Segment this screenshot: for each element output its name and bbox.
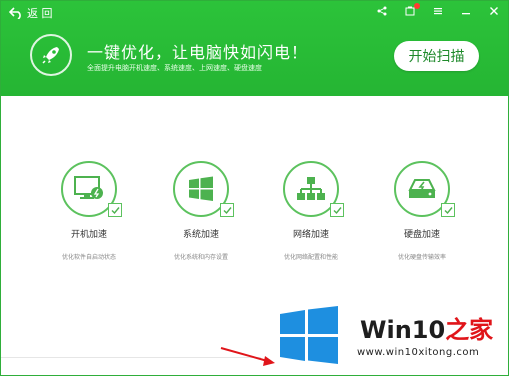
acceleration-options: 开机加速 优化软件自启动状态 系统加速 优化系统和内存设置 网络加速 优化网络配… [1, 161, 508, 291]
checkmark-icon [333, 206, 342, 214]
back-label: 返 回 [27, 7, 53, 20]
checkbox[interactable] [108, 203, 122, 217]
option-desc: 优化硬盘传输效率 [397, 254, 446, 261]
option-title: 网络加速 [292, 230, 329, 240]
checkmark-icon [444, 206, 453, 214]
watermark: Win10之家 www.win10xitong.com [275, 303, 505, 373]
option-title: 开机加速 [70, 230, 107, 240]
header-banner: 返 回 一键优化，让电脑快如闪电！ 全面提升电脑开机速度、系统速度、上网速度、硬… [1, 1, 508, 96]
option-disk-speed[interactable]: 硬盘加速 优化硬盘传输效率 [367, 161, 477, 261]
monitor-power-icon [74, 176, 103, 199]
window-controls [376, 3, 500, 17]
annotation-arrow-icon [220, 347, 275, 366]
windows-logo-icon [189, 176, 213, 201]
skin-icon[interactable] [404, 3, 420, 17]
option-network-speed[interactable]: 网络加速 优化网络配置和性能 [256, 161, 366, 261]
option-title: 硬盘加速 [403, 230, 440, 240]
option-circle [394, 161, 455, 217]
checkbox[interactable] [441, 203, 455, 217]
title-bar: 返 回 [1, 1, 508, 25]
watermark-brand: Win10之家 [360, 310, 493, 345]
option-desc: 优化软件自启动状态 [61, 254, 116, 261]
windows10-logo-icon [280, 306, 338, 364]
minimize-icon[interactable] [460, 5, 472, 17]
option-circle [61, 161, 122, 217]
option-system-speed[interactable]: 系统加速 优化系统和内存设置 [146, 161, 256, 261]
menu-icon[interactable] [432, 5, 444, 17]
option-desc: 优化系统和内存设置 [173, 254, 228, 261]
checkbox[interactable] [330, 203, 344, 217]
watermark-site: www.win10xitong.com [357, 347, 480, 358]
checkmark-icon [223, 206, 232, 214]
rocket-icon [30, 34, 72, 76]
brand-latin: Win10 [360, 316, 446, 344]
optimizer-window: 返 回 一键优化，让电脑快如闪电！ 全面提升电脑开机速度、系统速度、上网速度、硬… [0, 0, 509, 376]
start-scan-button[interactable]: 开始扫描 [394, 41, 479, 71]
checkmark-icon [111, 206, 120, 214]
option-desc: 优化网络配置和性能 [283, 254, 338, 261]
back-arrow-icon [9, 7, 21, 19]
back-button[interactable]: 返 回 [9, 5, 53, 21]
brand-cn: 之家 [445, 316, 494, 344]
option-circle [173, 161, 234, 217]
close-icon[interactable] [488, 5, 500, 17]
network-icon [297, 177, 325, 200]
checkbox[interactable] [220, 203, 234, 217]
notification-dot [414, 3, 420, 9]
share-icon[interactable] [376, 5, 388, 17]
option-boot-speed[interactable]: 开机加速 优化软件自启动状态 [34, 161, 144, 261]
harddisk-icon [408, 179, 436, 198]
banner-headline: 一键优化，让电脑快如闪电！ [87, 43, 309, 62]
banner-subline: 全面提升电脑开机速度、系统速度、上网速度、硬盘速度 [87, 64, 262, 72]
option-title: 系统加速 [182, 230, 219, 240]
option-circle [283, 161, 344, 217]
